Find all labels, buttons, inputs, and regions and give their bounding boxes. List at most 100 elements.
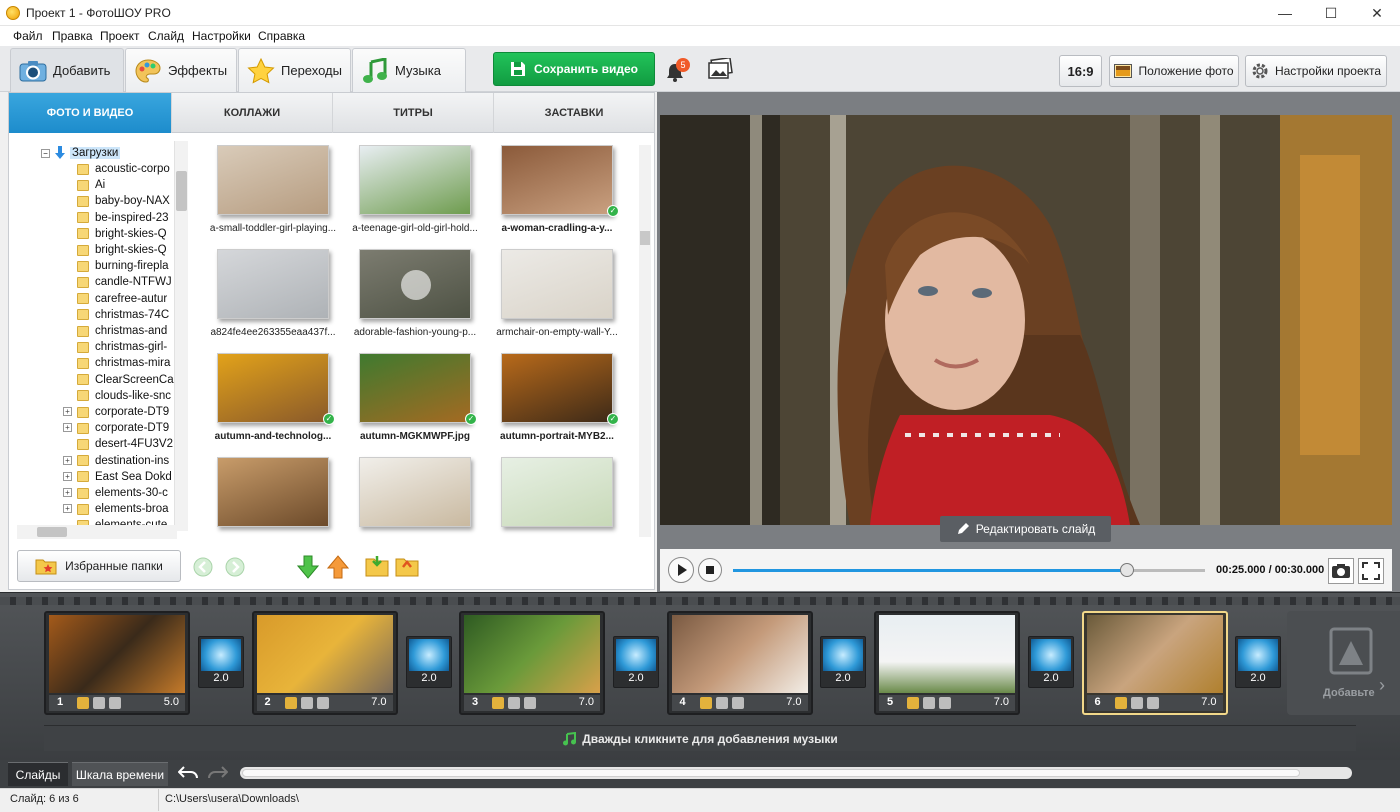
tree-folder-item[interactable]: acoustic-corpo — [77, 161, 170, 177]
tree-folder-item[interactable]: destination-ins — [77, 453, 169, 469]
tree-folder-item[interactable]: elements-broa — [77, 501, 169, 517]
seek-bar-handle[interactable] — [1120, 563, 1134, 577]
slide-zoom-icon[interactable] — [923, 697, 935, 709]
menu-edit[interactable]: Правка — [52, 29, 93, 43]
media-thumbnail[interactable] — [501, 353, 613, 423]
open-folder-icon[interactable] — [395, 555, 419, 577]
favorite-folders-button[interactable]: Избранные папки — [17, 550, 181, 582]
tab-effects[interactable]: Эффекты — [125, 48, 237, 92]
edit-slide-button[interactable]: Редактировать слайд — [940, 516, 1111, 542]
tree-folder-item[interactable]: corporate-DT9 — [77, 404, 169, 420]
tree-folder-item[interactable]: Ai — [77, 177, 105, 193]
media-thumbnail[interactable] — [217, 249, 329, 319]
forward-arrow-icon[interactable] — [225, 557, 245, 577]
stop-button[interactable] — [698, 558, 722, 582]
tree-expand-icon[interactable]: + — [63, 455, 72, 465]
slide-item[interactable]: 3 7.0 — [459, 611, 605, 715]
slide-edit-icon[interactable] — [699, 697, 712, 709]
slide-edit-icon[interactable] — [492, 697, 504, 709]
tree-expand-icon[interactable]: + — [63, 471, 72, 481]
tree-folder-item[interactable]: East Sea Dokd — [77, 469, 172, 485]
slide-sound-icon[interactable] — [524, 697, 536, 709]
tree-folder-item[interactable]: baby-boy-NAX — [77, 193, 170, 209]
photo-gallery-icon[interactable] — [707, 58, 733, 80]
tree-folder-item[interactable]: desert-4FU3V2 — [77, 436, 173, 452]
media-thumbnail[interactable] — [217, 145, 329, 215]
slide-item[interactable]: 2 7.0 — [251, 611, 398, 715]
tree-folder-item[interactable]: corporate-DT9 — [77, 420, 169, 436]
save-video-button[interactable]: Сохранить видео — [493, 52, 655, 86]
tree-scroll-thumb[interactable] — [176, 171, 187, 211]
slide-zoom-icon[interactable] — [508, 697, 520, 709]
tab-slides[interactable]: Слайды — [8, 762, 68, 786]
media-thumbnail[interactable] — [359, 353, 471, 423]
menu-help[interactable]: Справка — [258, 29, 305, 43]
tree-folder-item[interactable]: burning-firepla — [77, 258, 169, 274]
photo-position-button[interactable]: Положение фото — [1109, 55, 1239, 87]
snapshot-button[interactable] — [1328, 558, 1354, 584]
transition-item[interactable]: 2.0 — [820, 636, 866, 688]
redo-icon[interactable] — [206, 765, 228, 781]
transition-item[interactable]: 2.0 — [1235, 636, 1281, 688]
aspect-ratio-button[interactable]: 16:9 — [1059, 55, 1102, 87]
media-thumbnail[interactable] — [359, 145, 471, 215]
tree-expand-icon[interactable]: + — [63, 407, 72, 416]
project-settings-button[interactable]: Настройки проекта — [1245, 55, 1387, 87]
back-arrow-icon[interactable] — [193, 557, 213, 577]
undo-icon[interactable] — [178, 765, 200, 781]
tree-folder-item[interactable]: christmas-74C — [77, 307, 169, 323]
add-slide-placeholder[interactable]: Добавьте › — [1287, 611, 1400, 715]
media-thumbnail[interactable] — [501, 249, 613, 319]
slide-edit-icon[interactable] — [77, 697, 89, 709]
tab-transitions[interactable]: Переходы — [238, 48, 351, 92]
chevron-right-icon[interactable]: › — [1379, 675, 1385, 696]
media-thumbnail[interactable] — [501, 145, 613, 215]
tree-folder-item[interactable]: christmas-and — [77, 323, 167, 339]
media-thumbnail[interactable] — [359, 249, 471, 319]
media-thumbnail[interactable] — [217, 353, 329, 423]
transition-item[interactable]: 2.0 — [613, 636, 659, 688]
subtab-intros[interactable]: ЗАСТАВКИ — [494, 93, 654, 133]
slide-zoom-icon[interactable] — [93, 697, 105, 709]
media-thumbnail[interactable] — [359, 457, 471, 527]
slide-item[interactable]: 4 7.0 — [666, 611, 813, 715]
slide-sound-icon[interactable] — [316, 697, 329, 709]
tree-folder-item[interactable]: bright-skies-Q — [77, 242, 167, 258]
slide-zoom-icon[interactable] — [300, 697, 313, 709]
tree-folder-item[interactable]: christmas-mira — [77, 355, 170, 371]
transition-item[interactable]: 2.0 — [1028, 636, 1074, 688]
tree-root[interactable]: − Загрузки — [41, 145, 121, 161]
subtab-titles[interactable]: ТИТРЫ — [333, 93, 494, 133]
tree-folder-item[interactable]: candle-NTFWJ — [77, 274, 172, 290]
maximize-button[interactable]: ☐ — [1308, 0, 1354, 26]
slide-edit-icon[interactable] — [1114, 697, 1127, 709]
move-down-arrow-icon[interactable] — [297, 555, 319, 579]
media-thumbnail[interactable] — [217, 457, 329, 527]
tree-expand-icon[interactable]: + — [63, 488, 72, 497]
media-thumbnail[interactable] — [501, 457, 613, 527]
close-button[interactable]: ✕ — [1354, 0, 1400, 26]
slide-item[interactable]: 5 7.0 — [874, 611, 1020, 715]
menu-project[interactable]: Проект — [100, 29, 140, 43]
tree-collapse-icon[interactable]: − — [41, 148, 50, 158]
slide-sound-icon[interactable] — [731, 697, 744, 709]
slide-preview[interactable] — [660, 115, 1392, 525]
timeline-scroll-thumb[interactable] — [242, 769, 1300, 777]
slide-sound-icon[interactable] — [109, 697, 121, 709]
music-track[interactable]: Дважды кликните для добавления музыки — [44, 725, 1356, 751]
transition-item[interactable]: 2.0 — [406, 636, 452, 688]
slide-zoom-icon[interactable] — [715, 697, 728, 709]
tree-scrollbar[interactable] — [174, 141, 188, 531]
menu-file[interactable]: Файл — [13, 29, 43, 43]
tab-timeline[interactable]: Шкала времени — [72, 762, 168, 786]
slide-edit-icon[interactable] — [284, 697, 297, 709]
media-grid-scroll-thumb[interactable] — [640, 231, 650, 245]
tree-folder-item[interactable]: christmas-girl- — [77, 339, 167, 355]
timeline-scrollbar[interactable] — [240, 767, 1352, 779]
tab-add[interactable]: Добавить — [10, 48, 124, 92]
tree-folder-item[interactable]: clouds-like-snc — [77, 388, 171, 404]
tree-folder-item[interactable]: bright-skies-Q — [77, 226, 167, 242]
slide-sound-icon[interactable] — [1146, 697, 1159, 709]
slide-sound-icon[interactable] — [939, 697, 951, 709]
minimize-button[interactable]: — — [1262, 0, 1308, 26]
